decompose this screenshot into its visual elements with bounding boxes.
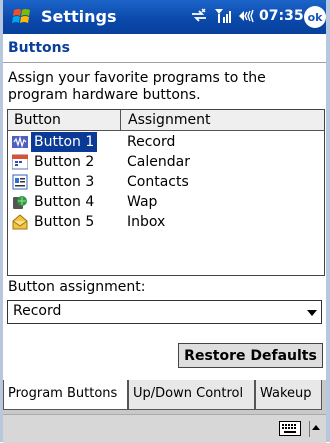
- list-header: Button Assignment: [8, 110, 324, 131]
- button-assignment: Calendar: [127, 154, 190, 170]
- bottom-menu-bar: [3, 414, 326, 443]
- button-name: Button 4: [34, 194, 95, 210]
- tab-bar: Program Buttons Up/Down Control Wakeup: [3, 380, 326, 414]
- list-item[interactable]: Button 1 Record: [8, 132, 324, 152]
- tab-up-down-control[interactable]: Up/Down Control: [128, 380, 255, 410]
- page-title: Buttons: [8, 40, 70, 56]
- record-icon: [12, 134, 28, 150]
- clock[interactable]: 07:35: [259, 8, 304, 24]
- list-item[interactable]: Button 2 Calendar: [8, 152, 324, 172]
- dropdown-value: Record: [13, 303, 62, 319]
- window-frame-right: [326, 0, 330, 442]
- column-header-button[interactable]: Button: [8, 110, 121, 130]
- volume-icon[interactable]: [238, 8, 256, 28]
- chevron-down-icon[interactable]: [307, 310, 317, 316]
- button-name: Button 1: [31, 132, 98, 152]
- button-name: Button 3: [34, 174, 95, 190]
- page-description: Assign your favorite programs to the pro…: [8, 70, 266, 103]
- contacts-icon: [12, 174, 28, 190]
- status-icons: [190, 8, 256, 28]
- header-divider: [3, 62, 326, 63]
- signal-icon[interactable]: [214, 8, 232, 28]
- wap-icon: [12, 194, 28, 210]
- window-title: Settings: [41, 7, 117, 26]
- input-menu-arrow-icon[interactable]: [309, 421, 322, 437]
- tab-wakeup[interactable]: Wakeup: [255, 380, 322, 410]
- button-assignment-list[interactable]: Button Assignment Button 1 Record Button…: [7, 109, 325, 276]
- button-assignment: Inbox: [127, 214, 166, 230]
- calendar-icon: [11, 154, 29, 170]
- ok-button[interactable]: ok: [304, 6, 326, 28]
- button-assignment: Wap: [127, 194, 158, 210]
- inbox-icon: [12, 214, 28, 230]
- button-assignment: Record: [127, 134, 176, 150]
- keyboard-icon[interactable]: [279, 421, 301, 436]
- title-bar: Settings 07:35 ok: [3, 0, 326, 34]
- restore-defaults-button[interactable]: Restore Defaults: [178, 343, 323, 368]
- list-item[interactable]: Button 4 Wap: [8, 192, 324, 212]
- button-assignment: Contacts: [127, 174, 189, 190]
- list-item[interactable]: Button 3 Contacts: [8, 172, 324, 192]
- tab-program-buttons[interactable]: Program Buttons: [3, 380, 128, 410]
- window-frame-left: [0, 0, 3, 442]
- column-header-assignment[interactable]: Assignment: [122, 110, 324, 130]
- button-assignment-dropdown[interactable]: Record: [7, 300, 322, 324]
- button-assignment-label: Button assignment:: [8, 279, 146, 295]
- start-flag-icon[interactable]: [11, 6, 33, 28]
- connectivity-icon[interactable]: [190, 8, 208, 28]
- list-item[interactable]: Button 5 Inbox: [8, 212, 324, 232]
- button-name: Button 2: [34, 154, 95, 170]
- button-name: Button 5: [34, 214, 95, 230]
